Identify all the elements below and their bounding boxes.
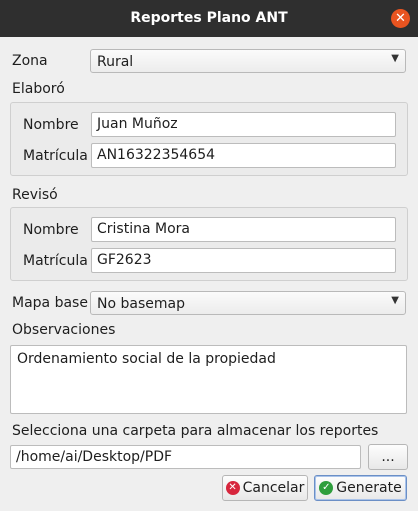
cancel-button[interactable]: ✕ Cancelar (222, 475, 308, 501)
chevron-down-icon: ▼ (391, 53, 399, 64)
reviso-matricula-input[interactable]: GF2623 (91, 248, 396, 273)
mapa-base-label: Mapa base (12, 295, 88, 311)
zona-select[interactable]: Rural ▼ (90, 49, 406, 73)
chevron-down-icon: ▼ (391, 295, 399, 306)
generate-button-label: Generate (336, 480, 402, 496)
close-icon[interactable]: ✕ (391, 9, 410, 28)
dialog-window: Reportes Plano ANT ✕ Zona Rural ▼ Elabor… (0, 0, 418, 511)
elaboro-matricula-input[interactable]: AN16322354654 (91, 143, 396, 168)
title-bar: Reportes Plano ANT ✕ (0, 0, 418, 37)
cancel-icon: ✕ (225, 481, 240, 495)
carpeta-path-input[interactable]: /home/ai/Desktop/PDF (10, 445, 361, 469)
carpeta-label: Selecciona una carpeta para almacenar lo… (12, 423, 379, 439)
reviso-matricula-label: Matrícula (23, 253, 88, 269)
elaboro-group: Nombre Juan Muñoz Matrícula AN1632235465… (10, 102, 408, 176)
reviso-nombre-input[interactable]: Cristina Mora (91, 217, 396, 242)
elaboro-matricula-label: Matrícula (23, 148, 88, 164)
browse-button[interactable]: ... (368, 444, 408, 470)
reviso-group: Nombre Cristina Mora Matrícula GF2623 (10, 207, 408, 281)
observaciones-label: Observaciones (12, 322, 116, 338)
mapa-base-value: No basemap (97, 296, 185, 312)
generate-button[interactable]: ✓ Generate (314, 475, 407, 501)
elaboro-label: Elaboró (12, 81, 65, 97)
observaciones-textarea[interactable]: Ordenamiento social de la propiedad (10, 345, 407, 414)
window-title: Reportes Plano ANT (130, 10, 288, 26)
reviso-nombre-label: Nombre (23, 222, 79, 238)
zona-value: Rural (97, 54, 134, 70)
reviso-label: Revisó (12, 187, 58, 203)
zona-label: Zona (12, 53, 48, 69)
cancel-button-label: Cancelar (242, 480, 305, 496)
elaboro-nombre-label: Nombre (23, 117, 79, 133)
check-icon: ✓ (319, 481, 334, 495)
mapa-base-select[interactable]: No basemap ▼ (90, 291, 406, 315)
elaboro-nombre-input[interactable]: Juan Muñoz (91, 112, 396, 137)
